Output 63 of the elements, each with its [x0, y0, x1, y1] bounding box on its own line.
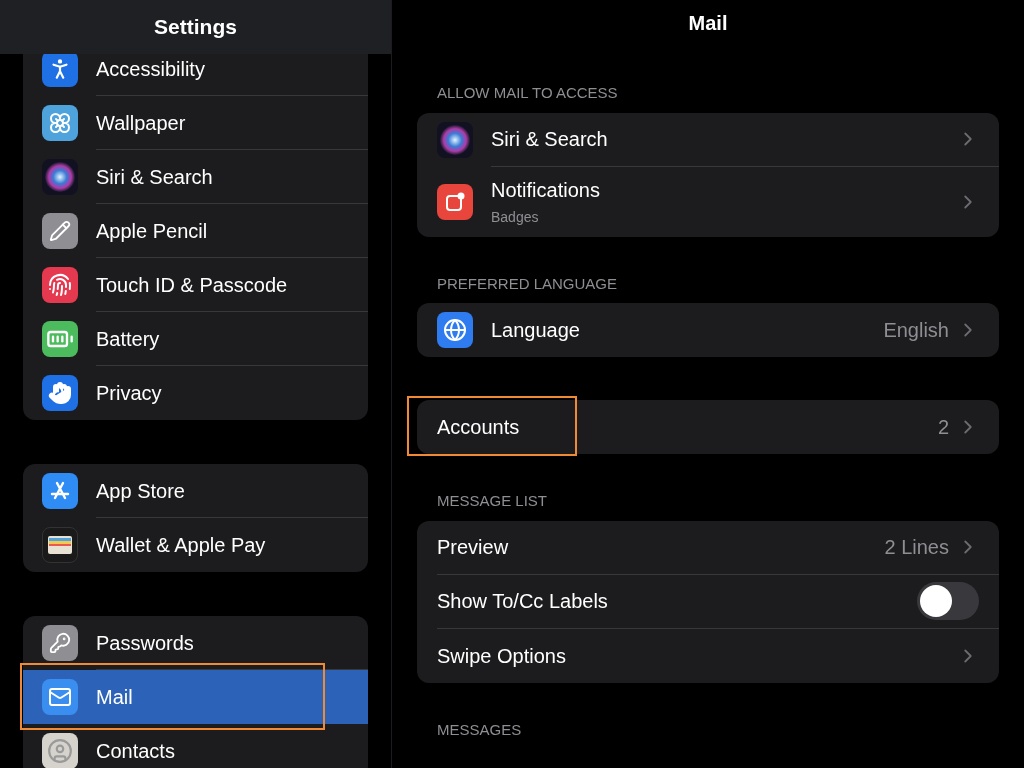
item-label: Contacts [96, 739, 175, 764]
page-title: Mail [688, 11, 728, 36]
row-value: 2 Lines [884, 535, 949, 560]
item-label: Wallet & Apple Pay [96, 533, 266, 558]
sidebar-item[interactable]: Wallpaper [23, 96, 368, 150]
row-subtitle: Badges [491, 208, 540, 227]
toggle-switch[interactable] [917, 582, 979, 620]
sidebar-item[interactable]: Mail [23, 670, 368, 724]
mail-icon [42, 679, 78, 715]
sidebar-title: Settings [154, 14, 237, 41]
row-label: Notifications [491, 178, 601, 203]
hand-icon [42, 375, 78, 411]
sidebar-item[interactable]: Apple Pencil [23, 204, 368, 258]
item-label: Passwords [96, 630, 194, 656]
section-header: ALLOW MAIL TO ACCESS [436, 83, 619, 103]
row-label: Preview [437, 535, 510, 560]
notification-icon [437, 183, 473, 220]
row-label: Swipe Options [437, 643, 567, 669]
item-label: Mail [96, 685, 133, 710]
item-label: Accessibility [96, 56, 205, 82]
sidebar-item[interactable]: App Store [23, 464, 368, 518]
siri-icon [437, 121, 473, 158]
settings-row[interactable]: Swipe Options [417, 628, 999, 683]
sidebar-item[interactable]: Siri & Search [23, 150, 368, 204]
settings-row[interactable]: Show To/Cc Labels [417, 574, 999, 629]
globe-icon [437, 312, 473, 348]
battery-icon [42, 321, 78, 357]
row-label: Show To/Cc Labels [437, 589, 609, 614]
pencil-icon [42, 213, 78, 249]
item-label: Wallpaper [96, 110, 186, 136]
settings-row[interactable]: Language English [417, 303, 999, 357]
siri-icon [42, 159, 78, 195]
row-value: English [883, 318, 949, 343]
item-label: Apple Pencil [96, 218, 208, 244]
settings-row[interactable]: Accounts 2 [417, 400, 999, 454]
key-icon [42, 625, 78, 661]
sidebar-item[interactable]: Privacy [23, 366, 368, 420]
fingerprint-icon [42, 267, 78, 303]
row-label: Language [491, 318, 581, 343]
sidebar-item[interactable]: Accessibility [23, 54, 368, 96]
row-label: Siri & Search [491, 127, 609, 152]
sidebar-item[interactable]: Wallet & Apple Pay [23, 518, 368, 572]
item-label: Privacy [96, 381, 162, 406]
item-label: Touch ID & Passcode [96, 272, 288, 298]
row-label: Accounts [437, 415, 521, 440]
row-value: 2 [937, 415, 949, 440]
accessibility-icon [42, 54, 78, 87]
contact-icon [42, 733, 78, 768]
sidebar-item[interactable]: Battery [23, 312, 368, 366]
app-store-icon [42, 473, 78, 509]
section-header: MESSAGE LIST [436, 491, 549, 511]
item-label: Siri & Search [96, 164, 213, 190]
section-header: MESSAGES [436, 719, 523, 740]
item-label: App Store [96, 478, 185, 504]
sidebar-item[interactable]: Touch ID & Passcode [23, 258, 368, 312]
wallet-icon [42, 527, 78, 563]
settings-row[interactable]: Preview 2 Lines [417, 520, 999, 575]
item-label: Battery [96, 326, 160, 352]
sidebar-item[interactable]: Contacts [23, 724, 368, 768]
settings-row[interactable]: Siri & Search [417, 112, 999, 167]
flower-icon [42, 105, 78, 141]
section-header: PREFERRED LANGUAGE [436, 273, 619, 294]
settings-row[interactable]: Notifications Badges [417, 166, 999, 237]
